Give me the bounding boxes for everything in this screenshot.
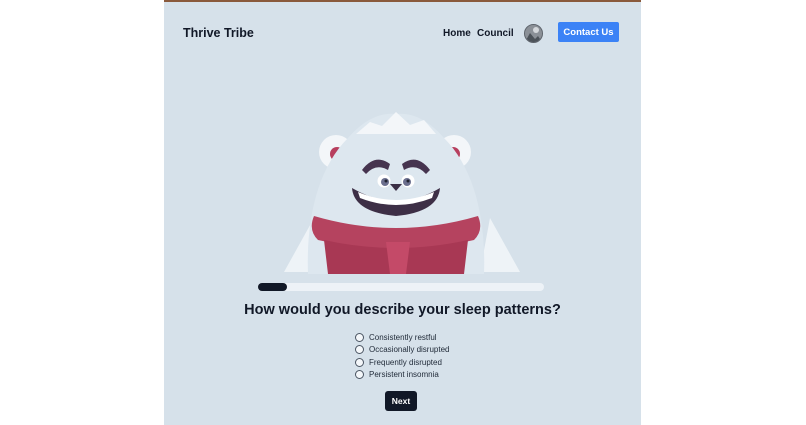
question-title: How would you describe your sleep patter…: [244, 302, 561, 318]
nav-council-link[interactable]: Council: [477, 28, 514, 39]
avatar-icon: [525, 25, 542, 42]
option-label: Frequently disrupted: [369, 357, 442, 367]
progress-bar-fill: [258, 283, 287, 291]
next-button[interactable]: Next: [385, 391, 417, 411]
progress-bar: [258, 283, 544, 291]
answer-options: Consistently restful Occasionally disrup…: [355, 331, 449, 381]
brand-logo[interactable]: Thrive Tribe: [183, 26, 254, 40]
radio-button[interactable]: [355, 370, 364, 380]
app-panel: Thrive Tribe Home Council Contact Us How…: [164, 0, 641, 425]
option-frequently-disrupted[interactable]: Frequently disrupted: [355, 356, 449, 369]
radio-button[interactable]: [355, 345, 364, 355]
contact-us-button[interactable]: Contact Us: [558, 22, 619, 42]
option-label: Consistently restful: [369, 332, 437, 342]
yeti-mascot-illustration: [284, 112, 520, 274]
radio-button[interactable]: [355, 357, 364, 367]
option-label: Occasionally disrupted: [369, 345, 450, 355]
option-consistently-restful[interactable]: Consistently restful: [355, 331, 449, 344]
user-avatar[interactable]: [524, 24, 543, 43]
option-persistent-insomnia[interactable]: Persistent insomnia: [355, 369, 449, 382]
option-label: Persistent insomnia: [369, 370, 439, 380]
radio-button[interactable]: [355, 332, 364, 342]
nav-home-link[interactable]: Home: [443, 28, 471, 39]
option-occasionally-disrupted[interactable]: Occasionally disrupted: [355, 344, 449, 357]
